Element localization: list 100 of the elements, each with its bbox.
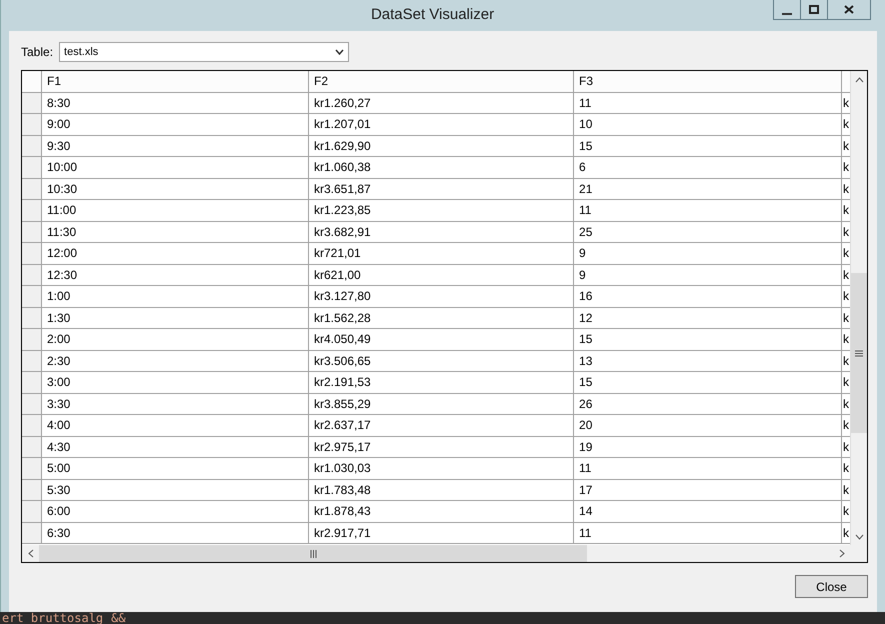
table-cell-text: k [842, 266, 850, 284]
table-cell: 19 [574, 436, 842, 457]
table-cell-text: k [842, 202, 850, 219]
table-cell: kr721,01 [309, 243, 574, 264]
table-cell: 6 [574, 157, 842, 178]
row-header[interactable] [22, 394, 42, 414]
row-header[interactable] [22, 501, 42, 522]
scroll-thumb[interactable] [39, 545, 587, 562]
table-cell: kr1.030,03 [309, 458, 574, 478]
table-cell: 12:00 [42, 243, 309, 264]
close-icon [844, 5, 854, 14]
table-cell-text: k [842, 288, 850, 305]
row-header[interactable] [22, 264, 42, 285]
table-cell: 4:30 [42, 436, 309, 457]
table-cell: 8:30 [42, 92, 309, 113]
table-cell-text: k [842, 352, 850, 370]
row-header[interactable] [22, 329, 42, 350]
chevron-left-icon [28, 549, 34, 558]
vertical-scrollbar[interactable] [850, 71, 867, 545]
table-cell: 3:30 [42, 394, 309, 414]
grip-icon [310, 550, 316, 558]
table-cell: kr1.260,27 [309, 92, 574, 113]
table-cell: 3:00 [42, 372, 309, 392]
close-button[interactable]: Close [795, 575, 868, 598]
chevron-right-icon [838, 549, 844, 558]
row-header[interactable] [22, 222, 42, 242]
chevron-down-icon [854, 534, 864, 540]
row-header[interactable] [22, 522, 42, 543]
table-cell-text: k [842, 374, 850, 391]
table-cell: 5:00 [42, 458, 309, 478]
table-cell: 10:00 [42, 157, 309, 178]
table-cell-text: k [842, 138, 850, 154]
table-cell: kr1.878,43 [309, 501, 574, 522]
table-cell-text: k [842, 180, 850, 198]
row-header[interactable] [22, 92, 42, 113]
table-cell: 11 [574, 200, 842, 220]
table-cell: 11 [574, 458, 842, 478]
minimize-button[interactable] [773, 0, 801, 20]
row-header[interactable] [22, 458, 42, 478]
table-cell: 11 [574, 92, 842, 113]
row-header[interactable] [22, 243, 42, 264]
row-header[interactable] [22, 114, 42, 134]
scroll-thumb[interactable] [851, 273, 867, 433]
table-dropdown[interactable]: test.xls [59, 42, 350, 62]
table-cell-text: k [842, 438, 850, 456]
row-header[interactable] [22, 415, 42, 436]
table-cell: 6:30 [42, 522, 309, 543]
row-header[interactable] [22, 480, 42, 500]
table-cell: 15 [574, 136, 842, 156]
maximize-icon [809, 5, 819, 14]
table-cell-text: k [842, 94, 850, 112]
row-header[interactable] [22, 350, 42, 371]
table-cell: kr1.629,90 [309, 136, 574, 156]
table-cell: 14 [574, 501, 842, 522]
table-cell: kr3.506,65 [309, 350, 574, 371]
table-cell: 5:30 [42, 480, 309, 500]
table-cell: kr2.637,17 [309, 415, 574, 436]
close-window-button[interactable] [827, 0, 871, 20]
horizontal-scrollbar[interactable] [22, 545, 850, 562]
table-cell: kr3.682,91 [309, 222, 574, 242]
table-cell-text: k [842, 417, 850, 434]
table-cell: 21 [574, 178, 842, 199]
row-header[interactable] [22, 308, 42, 328]
table-cell-text: k [842, 310, 850, 326]
row-header[interactable] [22, 157, 42, 178]
table-cell: 2:00 [42, 329, 309, 350]
chevron-down-icon [335, 49, 344, 55]
table-cell: kr2.191,53 [309, 372, 574, 392]
table-cell: 25 [574, 222, 842, 242]
table-cell: 2:30 [42, 350, 309, 371]
table-cell: 17 [574, 480, 842, 500]
table-cell: kr2.917,71 [309, 522, 574, 543]
table-cell: 1:00 [42, 286, 309, 306]
table-cell-text: k [842, 224, 850, 240]
table-cell: 11:00 [42, 200, 309, 220]
table-cell: 9:00 [42, 114, 309, 134]
table-cell: 1:30 [42, 308, 309, 328]
table-cell-text: k [842, 159, 850, 176]
table-cell: kr1.207,01 [309, 114, 574, 134]
row-header[interactable] [22, 372, 42, 392]
row-header[interactable] [22, 436, 42, 457]
row-header[interactable] [22, 136, 42, 156]
table-cell: 13 [574, 350, 842, 371]
table-cell: 10 [574, 114, 842, 134]
table-cell-text: k [842, 116, 850, 133]
table-cell: 9 [574, 264, 842, 285]
code-text: && [111, 612, 126, 624]
table-cell-text: k [842, 245, 850, 262]
table-cell: 16 [574, 286, 842, 306]
row-header[interactable] [22, 286, 42, 306]
table-cell: 12 [574, 308, 842, 328]
table-cell: 15 [574, 372, 842, 392]
table-cell: kr621,00 [309, 264, 574, 285]
table-cell: 4:00 [42, 415, 309, 436]
table-cell-text: k [842, 503, 850, 520]
row-header[interactable] [22, 178, 42, 199]
table-cell: 26 [574, 394, 842, 414]
table-cell: 9 [574, 243, 842, 264]
minimize-icon [782, 12, 792, 14]
row-header[interactable] [22, 200, 42, 220]
